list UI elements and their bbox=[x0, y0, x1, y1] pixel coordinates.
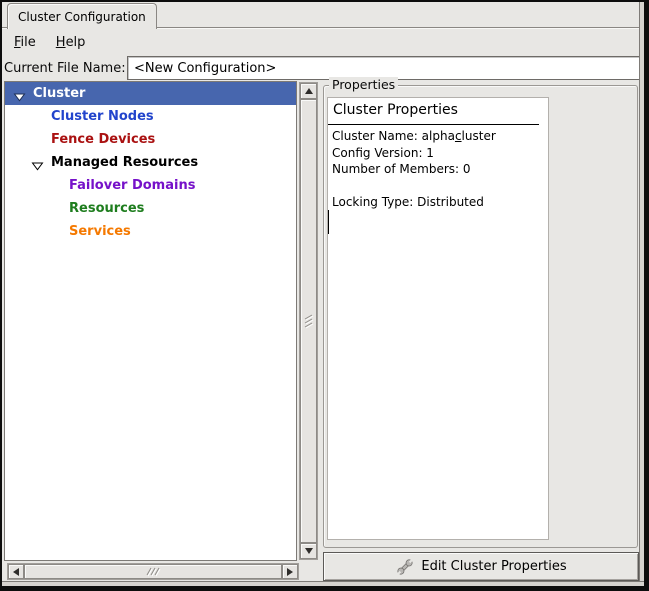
canvas-tick bbox=[328, 210, 329, 234]
window-border bbox=[644, 0, 649, 591]
properties-lines: Cluster Name: alphaclusterConfig Version… bbox=[332, 129, 496, 212]
window-border bbox=[0, 586, 649, 591]
indent-spacer bbox=[49, 203, 62, 214]
tree-item-label: Cluster Nodes bbox=[51, 109, 154, 124]
thumb-grip-icon bbox=[303, 314, 314, 329]
properties-canvas: Cluster Properties Cluster Name: alphacl… bbox=[327, 97, 549, 540]
heading-underline bbox=[328, 124, 539, 125]
property-line: Config Version: 1 bbox=[332, 146, 496, 163]
arrow-left-icon bbox=[13, 568, 19, 576]
arrow-up-icon bbox=[305, 88, 313, 94]
scroll-right-button[interactable] bbox=[282, 564, 298, 579]
menu-file[interactable]: File bbox=[14, 35, 36, 50]
arrow-down-icon bbox=[305, 548, 313, 554]
indent-spacer bbox=[49, 180, 62, 191]
tree-item-cluster-nodes[interactable]: Cluster Nodes bbox=[5, 105, 296, 128]
current-file-name-label: Current File Name: bbox=[4, 55, 126, 81]
tree-vertical-scrollbar[interactable] bbox=[299, 82, 318, 560]
scroll-down-button[interactable] bbox=[300, 543, 317, 559]
scroll-left-button[interactable] bbox=[8, 564, 24, 579]
indent-spacer bbox=[31, 111, 44, 122]
tree-item-label: Services bbox=[69, 224, 131, 239]
scroll-up-button[interactable] bbox=[300, 83, 317, 99]
horizontal-scrollbar-thumb[interactable] bbox=[24, 564, 282, 579]
tree-item-managed-resources[interactable]: Managed Resources bbox=[5, 151, 296, 174]
menu-help[interactable]: Help bbox=[56, 35, 86, 50]
tree-item-resources[interactable]: Resources bbox=[5, 197, 296, 220]
tree-item-label: Failover Domains bbox=[69, 178, 195, 193]
indent-spacer bbox=[49, 226, 62, 237]
property-line: Number of Members: 0 bbox=[332, 162, 496, 179]
menubar: File Help bbox=[4, 31, 85, 53]
arrow-right-icon bbox=[287, 568, 293, 576]
tree-item-cluster[interactable]: Cluster bbox=[5, 82, 296, 105]
property-line: Cluster Name: alphacluster bbox=[332, 129, 496, 146]
tree-item-label: Fence Devices bbox=[51, 132, 155, 147]
properties-frame-title: Properties bbox=[329, 77, 398, 92]
expander-icon[interactable] bbox=[31, 157, 44, 168]
tree-item-label: Managed Resources bbox=[51, 155, 198, 170]
tab-cluster-configuration[interactable]: Cluster Configuration bbox=[7, 3, 157, 29]
edit-button-label: Edit Cluster Properties bbox=[421, 559, 566, 574]
indent-spacer bbox=[31, 134, 44, 145]
tree-item-fence-devices[interactable]: Fence Devices bbox=[5, 128, 296, 151]
vertical-scrollbar-thumb[interactable] bbox=[300, 99, 317, 543]
tree-item-failover-domains[interactable]: Failover Domains bbox=[5, 174, 296, 197]
thumb-grip-icon bbox=[146, 566, 161, 577]
cluster-tree: Cluster Cluster Nodes Fence Devices Managed… bbox=[4, 81, 297, 561]
tab-label: Cluster Configuration bbox=[18, 10, 146, 24]
tree-item-label: Resources bbox=[69, 201, 144, 216]
property-line bbox=[332, 179, 496, 196]
window-border bbox=[0, 0, 649, 2]
properties-heading: Cluster Properties bbox=[333, 102, 458, 118]
property-line: Locking Type: Distributed bbox=[332, 195, 496, 212]
tree-item-services[interactable]: Services bbox=[5, 220, 296, 243]
edit-cluster-properties-button[interactable]: Edit Cluster Properties bbox=[323, 552, 639, 581]
wrench-icon bbox=[395, 557, 415, 577]
tree-item-label: Cluster bbox=[33, 86, 85, 101]
current-file-name-value: <New Configuration> bbox=[134, 61, 276, 76]
expander-icon[interactable] bbox=[13, 88, 26, 99]
window-border bbox=[0, 0, 2, 591]
tree-horizontal-scrollbar[interactable] bbox=[7, 563, 299, 580]
